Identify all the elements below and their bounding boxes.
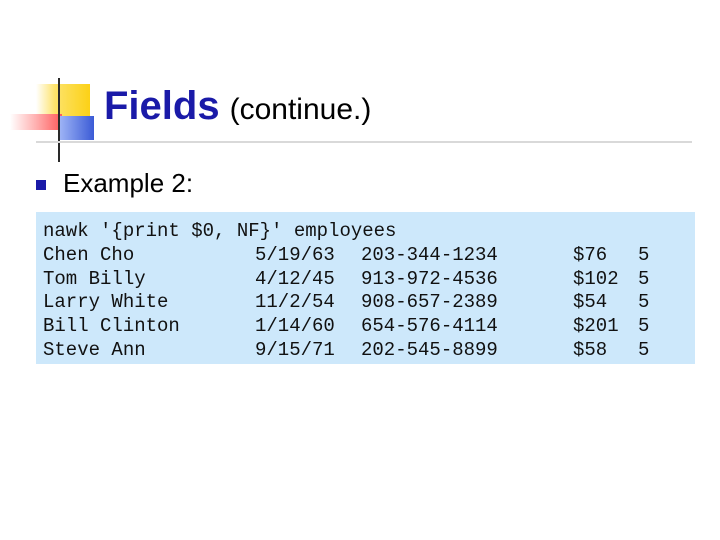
employee-phone: 202-545-8899 — [361, 339, 498, 361]
title-text: Fields — [104, 84, 220, 128]
field-count: 5 — [638, 315, 650, 337]
employee-date: 9/15/71 — [255, 339, 335, 361]
field-count: 5 — [638, 291, 650, 313]
command-line: nawk '{print $0, NF}' employees — [43, 220, 397, 242]
employee-name: Tom Billy — [43, 268, 146, 290]
employee-amount: $58 — [573, 339, 608, 361]
field-count: 5 — [638, 339, 650, 361]
title-subtitle: (continue.) — [229, 93, 372, 126]
employee-phone: 654-576-4114 — [361, 315, 498, 337]
employee-phone: 908-657-2389 — [361, 291, 498, 313]
employee-amount: $201 — [573, 315, 619, 337]
red-bar-shape — [10, 114, 62, 130]
slide-title: Fields (continue.) — [104, 84, 371, 129]
employee-name: Bill Clinton — [43, 315, 180, 337]
field-count: 5 — [638, 268, 650, 290]
output-row: Larry White 11/2/54 908-657-2389 $54 5 — [43, 290, 649, 314]
bullet-marker — [36, 180, 46, 190]
output-row: Chen Cho 5/19/63 203-344-1234 $76 5 — [43, 243, 649, 267]
bullet-text: Example 2: — [63, 168, 194, 198]
output-row: Tom Billy 4/12/45 913-972-4536 $102 5 — [43, 267, 649, 291]
employee-phone: 913-972-4536 — [361, 268, 498, 290]
employee-date: 5/19/63 — [255, 244, 335, 266]
title-underline — [36, 141, 692, 143]
employee-date: 11/2/54 — [255, 291, 335, 313]
employee-amount: $76 — [573, 244, 608, 266]
code-block: nawk '{print $0, NF}' employees Chen Cho… — [36, 212, 695, 364]
employee-date: 1/14/60 — [255, 315, 335, 337]
output-row: Bill Clinton 1/14/60 654-576-4114 $201 5 — [43, 314, 649, 338]
employee-phone: 203-344-1234 — [361, 244, 498, 266]
employee-name: Larry White — [43, 291, 169, 313]
employee-amount: $102 — [573, 268, 619, 290]
employee-name: Chen Cho — [43, 244, 135, 266]
field-count: 5 — [638, 244, 650, 266]
employee-amount: $54 — [573, 291, 608, 313]
employee-date: 4/12/45 — [255, 268, 335, 290]
blue-square-shape — [60, 116, 94, 140]
output-row: Steve Ann 9/15/71 202-545-8899 $58 5 — [43, 338, 649, 362]
title-decoration-graphic — [10, 78, 94, 162]
employee-name: Steve Ann — [43, 339, 146, 361]
